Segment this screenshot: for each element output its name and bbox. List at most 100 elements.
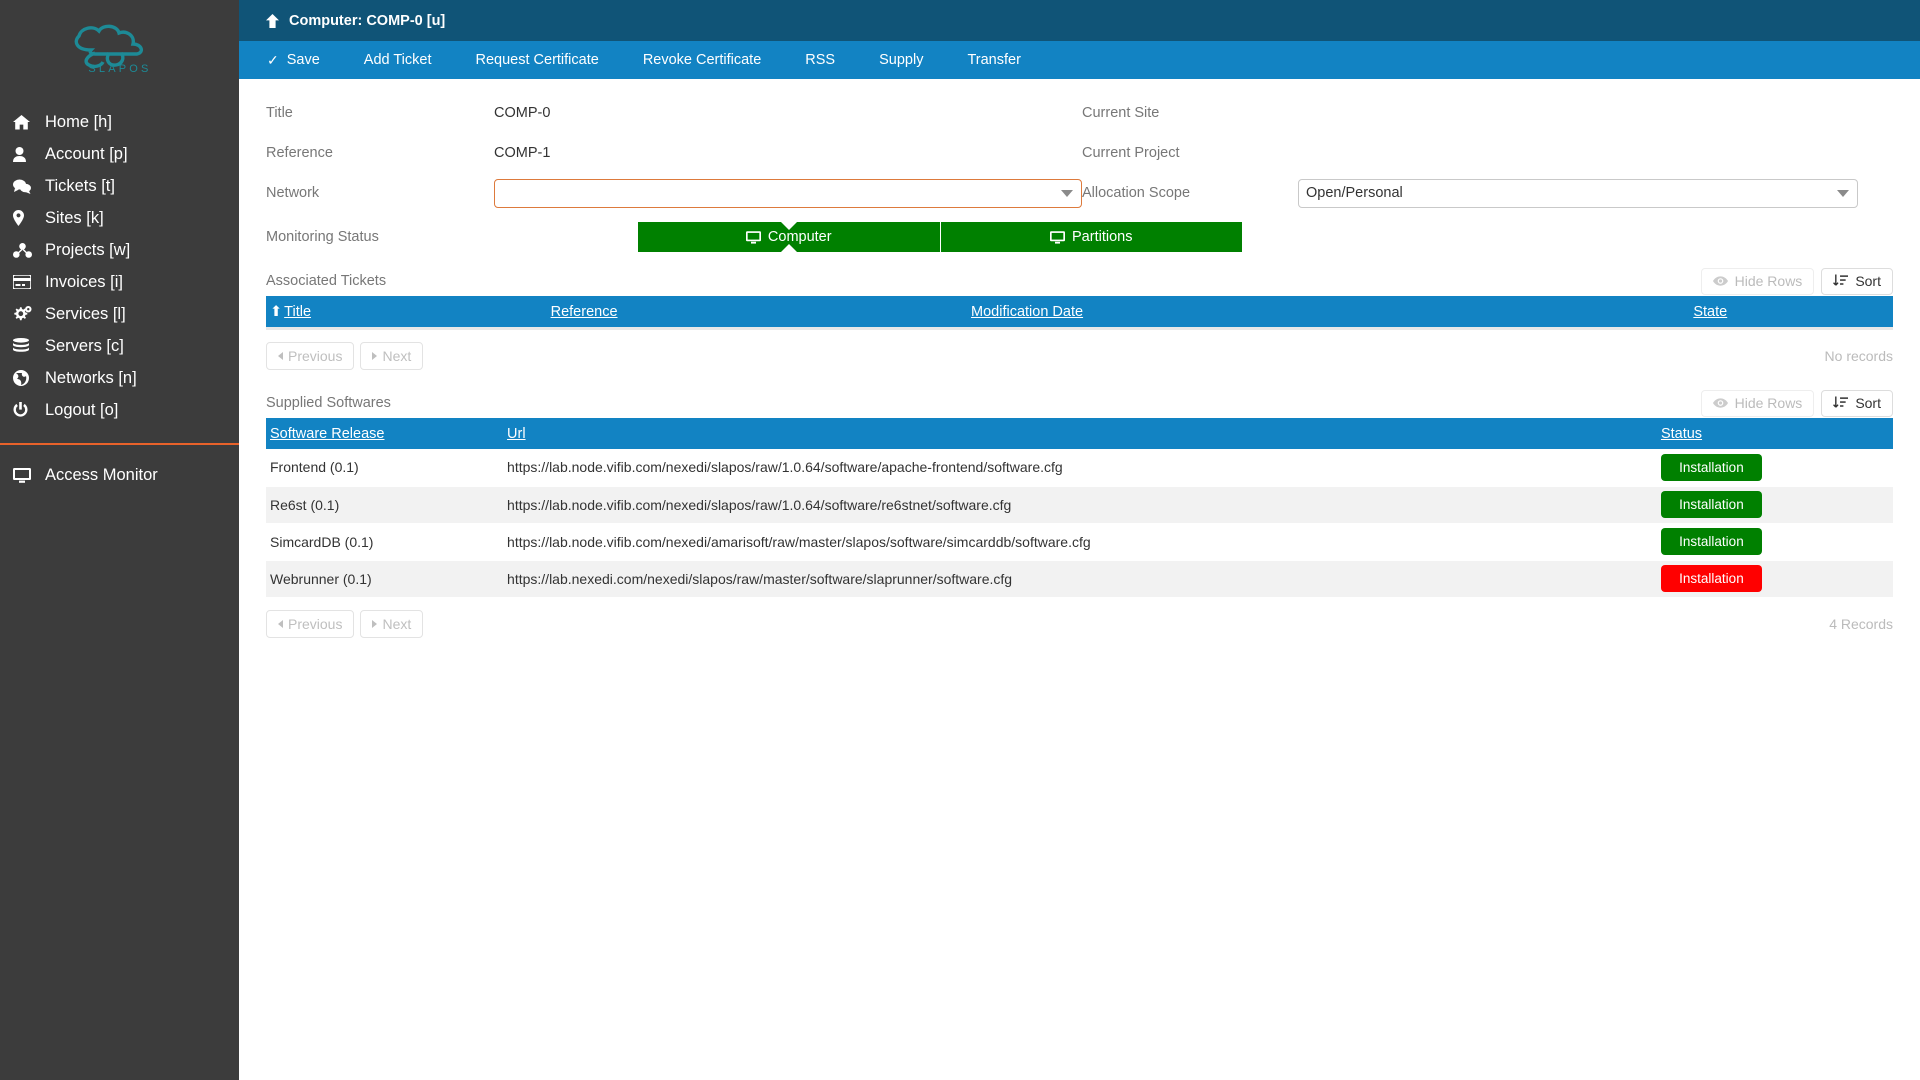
slapos-logo[interactable]: SLAPOS	[0, 0, 239, 88]
sidebar-item-invoices[interactable]: Invoices [i]	[0, 266, 239, 298]
supplied-softwares-controls: Hide Rows Sort	[1700, 389, 1893, 417]
chevron-left-icon	[278, 352, 283, 360]
status-badge[interactable]: Installation	[1660, 528, 1762, 555]
sidebar-item-projects[interactable]: Projects [w]	[0, 234, 239, 266]
eye-icon	[1712, 398, 1728, 408]
sidebar-item-home[interactable]: Home [h]	[0, 106, 239, 138]
allocation-scope-select[interactable]: Open/Personal	[1298, 178, 1858, 208]
chevron-right-icon	[372, 619, 378, 628]
cell-status: Installation	[1656, 486, 1893, 524]
save-button[interactable]: ✓ Save	[239, 41, 342, 79]
softwares-next-button[interactable]: Next	[360, 609, 424, 638]
table-row[interactable]: Frontend (0.1) https://lab.node.vifib.com…	[266, 449, 1893, 487]
user-icon	[13, 146, 45, 162]
rss-button[interactable]: RSS	[783, 41, 857, 79]
chevron-left-icon	[278, 619, 283, 628]
status-badge[interactable]: Installation	[1660, 453, 1762, 481]
sidebar-nav: Home [h] Account [p] Tickets [t] Sites […	[0, 106, 239, 491]
associated-tickets-controls: Hide Rows Sort	[1700, 267, 1893, 295]
network-field-label: Network	[266, 185, 320, 201]
tickets-previous-button[interactable]: Previous	[266, 342, 355, 370]
sidebar-item-access-monitor[interactable]: Access Monitor	[0, 459, 239, 491]
sidebar-item-label: Projects [w]	[45, 240, 131, 259]
current-site-value	[1282, 93, 1858, 133]
cell-software-release: SimcardDB (0.1)	[266, 523, 504, 561]
tickets-sort-button[interactable]: Sort	[1821, 267, 1893, 295]
sidebar-item-label: Access Monitor	[45, 465, 158, 484]
home-icon	[13, 114, 45, 130]
column-header-title[interactable]: ⬆ Title	[266, 296, 547, 327]
page-title: Computer: COMP-0 [u]	[289, 12, 446, 29]
database-icon	[13, 338, 45, 354]
column-header-software-release[interactable]: Software Release	[266, 418, 504, 449]
table-row[interactable]: SimcardDB (0.1) https://lab.node.vifib.co…	[266, 523, 1893, 561]
add-ticket-button[interactable]: Add Ticket	[342, 41, 454, 79]
sidebar-item-label: Account [p]	[45, 144, 128, 163]
tickets-sort-label: Sort	[1855, 273, 1881, 289]
comments-icon	[13, 179, 45, 194]
cell-url: https://lab.node.vifib.com/nexedi/slapos…	[503, 449, 1657, 487]
column-header-reference[interactable]: Reference	[546, 296, 968, 327]
sidebar-item-servers[interactable]: Servers [c]	[0, 330, 239, 362]
sidebar-item-networks[interactable]: Networks [n]	[0, 362, 239, 394]
table-header-row: Software Release Url Status	[266, 418, 1893, 449]
monitoring-status-label: Monitoring Status	[266, 229, 379, 245]
arrow-up-icon[interactable]	[266, 13, 279, 28]
associated-tickets-section: Associated Tickets Hide Rows Sort ⬆ Titl…	[239, 266, 1920, 374]
status-badge[interactable]: Installation	[1660, 491, 1762, 518]
allocation-scope-label: Allocation Scope	[1082, 185, 1191, 201]
monitoring-partitions-button[interactable]: Partitions	[939, 222, 1242, 252]
cell-status: Installation	[1656, 560, 1893, 598]
status-badge[interactable]: Installation	[1660, 565, 1762, 592]
softwares-hide-rows-button[interactable]: Hide Rows	[1700, 389, 1815, 417]
column-header-reference-label: Reference	[550, 303, 618, 320]
sort-icon	[1833, 274, 1849, 286]
monitoring-status-row: Monitoring Status Computer Partitions	[239, 221, 1920, 253]
sidebar-bottom-nav: Access Monitor	[0, 459, 239, 491]
sidebar-item-services[interactable]: Services [l]	[0, 298, 239, 330]
column-header-modification-date[interactable]: Modification Date	[967, 296, 1690, 327]
softwares-hide-rows-label: Hide Rows	[1734, 395, 1803, 411]
softwares-sort-button[interactable]: Sort	[1821, 389, 1893, 417]
column-header-url-label: Url	[507, 425, 526, 442]
column-header-status[interactable]: Status	[1656, 418, 1893, 449]
check-icon: ✓	[267, 51, 279, 68]
column-header-status-label: Status	[1660, 425, 1703, 442]
table-row[interactable]: Webrunner (0.1) https://lab.nexedi.com/ne…	[266, 560, 1893, 598]
sidebar-item-tickets[interactable]: Tickets [t]	[0, 170, 239, 202]
supplied-softwares-table: Software Release Url Status Frontend (0.…	[266, 418, 1893, 598]
cell-status: Installation	[1656, 523, 1893, 561]
column-header-url[interactable]: Url	[503, 418, 1657, 449]
sidebar-item-logout[interactable]: Logout [o]	[0, 394, 239, 426]
desktop-icon	[745, 230, 761, 244]
monitoring-computer-button[interactable]: Computer	[638, 221, 940, 253]
cell-software-release: Re6st (0.1)	[266, 486, 504, 524]
associated-tickets-table: ⬆ Title Reference Modification Date State	[266, 296, 1893, 327]
sidebar-item-label: Sites [k]	[45, 208, 104, 227]
table-row[interactable]: Re6st (0.1) https://lab.node.vifib.com/ne…	[266, 486, 1893, 524]
tickets-next-button[interactable]: Next	[360, 342, 424, 370]
current-project-value	[1282, 133, 1858, 173]
cell-url: https://lab.node.vifib.com/nexedi/slapos…	[503, 486, 1657, 524]
transfer-button[interactable]: Transfer	[945, 41, 1042, 79]
tickets-hide-rows-button[interactable]: Hide Rows	[1700, 267, 1815, 295]
arrow-up-icon: ⬆	[270, 303, 283, 320]
request-certificate-button[interactable]: Request Certificate	[454, 41, 621, 79]
sidebar-item-sites[interactable]: Sites [k]	[0, 202, 239, 234]
revoke-certificate-button[interactable]: Revoke Certificate	[621, 41, 783, 79]
supply-button[interactable]: Supply	[857, 41, 945, 79]
save-button-label: Save	[286, 52, 320, 68]
softwares-previous-button[interactable]: Previous	[266, 609, 355, 638]
revoke-certificate-label: Revoke Certificate	[642, 52, 762, 68]
rss-label: RSS	[805, 52, 836, 68]
network-field-cell	[478, 173, 1082, 213]
softwares-previous-label: Previous	[288, 615, 343, 632]
column-header-state[interactable]: State	[1689, 296, 1893, 327]
sidebar-item-account[interactable]: Account [p]	[0, 138, 239, 170]
supply-label: Supply	[879, 52, 924, 68]
network-select[interactable]	[494, 178, 1082, 208]
form-grid: Title COMP-0 Current Site Reference COMP…	[239, 93, 1920, 213]
table-header-row: ⬆ Title Reference Modification Date State	[266, 296, 1893, 327]
eye-icon	[1712, 276, 1728, 286]
monitoring-notch-bottom	[779, 244, 798, 253]
